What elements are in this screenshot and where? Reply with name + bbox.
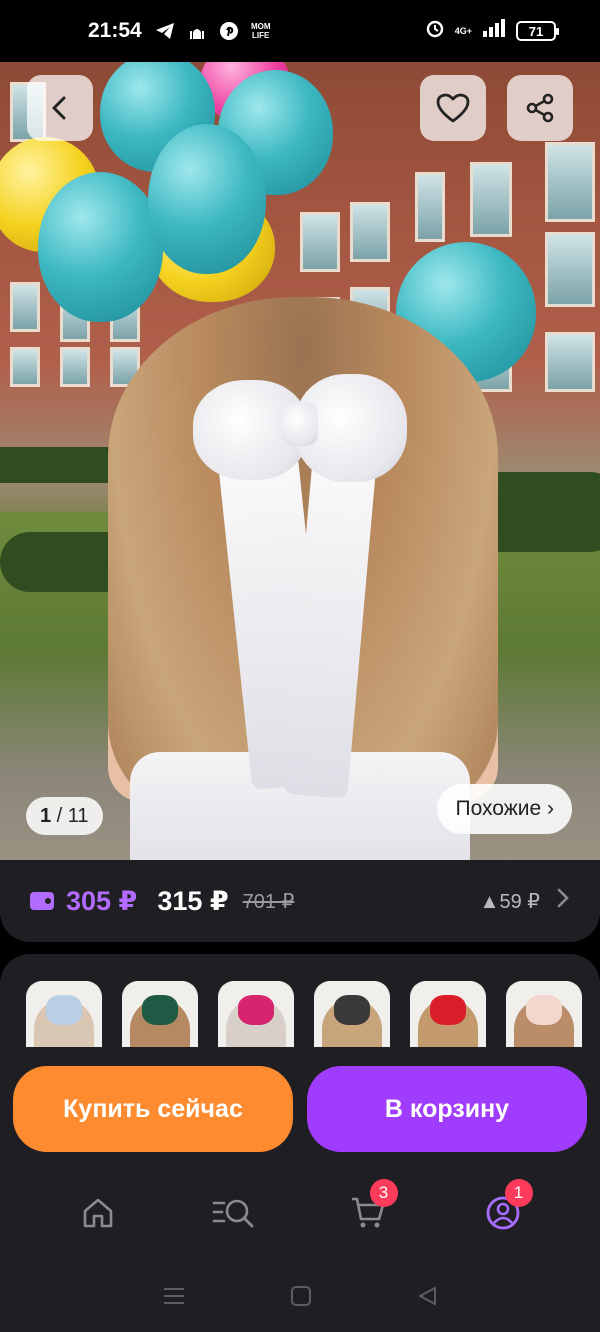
share-button[interactable] [507,75,573,141]
notification-icons: MOM LIFE [154,20,272,42]
thumbnail-bow [334,995,370,1025]
home-icon [83,1198,112,1228]
nav-cart[interactable]: 3 [338,1179,398,1243]
old-price: 701 ₽ [242,890,295,913]
wallet-price: 305 ₽ [66,885,138,916]
bottom-navigation: 3 1 [0,1179,600,1246]
cart-badge: 3 [369,1179,398,1207]
network-type: 4G+ [454,25,472,36]
building-window [545,142,595,222]
thumbnail-bow [430,995,466,1025]
bottom-panel: Купить сейчас В корзину 3 1 [0,954,600,1332]
variant-thumbnail[interactable] [410,981,486,1047]
building-window [10,347,40,387]
add-to-cart-label: В корзину [384,1094,510,1123]
thumbnail-bow [238,995,274,1025]
pinterest-icon [218,20,240,42]
bow-knot [282,402,318,446]
nav-home[interactable] [68,1183,128,1243]
image-counter: 1 / 11 [26,797,103,835]
nav-catalog[interactable] [203,1183,263,1243]
back-triangle-icon[interactable] [416,1285,438,1312]
buy-now-button[interactable]: Купить сейчас [13,1066,293,1152]
telegram-icon [154,20,176,42]
building-window [300,212,340,272]
building-window [10,282,40,332]
current-price: 315 ₽ [157,885,229,916]
variant-thumbnail[interactable] [506,981,582,1047]
similar-button[interactable]: Похожие › [437,784,572,834]
building-window [545,332,595,392]
wallet-icon [30,892,54,910]
building-window [545,232,595,307]
balloon [38,172,163,322]
image-total: 11 [67,804,89,827]
buy-now-label: Купить сейчас [63,1094,243,1123]
chevron-right-icon [556,887,570,916]
system-navigation [0,1276,600,1320]
thumbnail-bow [46,995,82,1025]
catalog-search-icon [212,1199,253,1228]
add-to-cart-button[interactable]: В корзину [307,1066,587,1152]
system-status: 4G+ 71 [425,18,559,44]
image-current: 1 [40,804,52,827]
momlife-icon: MOM LIFE [250,22,271,40]
price-change: ▲59 ₽ [479,890,540,913]
heart-icon [436,93,470,123]
product-photo[interactable]: 1 / 11 Похожие › [0,62,600,860]
nav-profile[interactable]: 1 [473,1179,533,1243]
home-button-icon[interactable] [290,1285,312,1312]
similar-label: Похожие › [455,797,554,820]
product-screen: { "status_bar": { "time": "21:54", "left… [0,0,600,1332]
status-time: 21:54 [88,19,142,42]
thumbnail-bow [526,995,562,1025]
thumbnail-bow [142,995,178,1025]
building-window [60,347,90,387]
recent-apps-icon[interactable] [162,1286,186,1311]
variant-thumbnail[interactable] [122,981,198,1047]
back-button[interactable] [27,75,93,141]
building-window [470,162,512,237]
variant-thumbnails [26,981,586,1047]
building-window [415,172,445,242]
chevron-left-icon [52,96,66,120]
share-icon [526,93,554,123]
alarm-icon [425,18,445,44]
signal-icon [482,19,506,43]
price-bar[interactable]: 305 ₽ 315 ₽ 701 ₽ ▲59 ₽ [0,860,600,942]
status-bar: 21:54 MOM LIFE 4G+ 71 [0,0,600,62]
building-window [350,202,390,262]
profile-badge: 1 [504,1179,533,1207]
battery-indicator: 71 [516,21,559,41]
balloon [148,124,266,274]
variant-thumbnail[interactable] [314,981,390,1047]
variant-thumbnail[interactable] [26,981,102,1047]
favorite-button[interactable] [420,75,486,141]
mosque-icon [186,20,208,42]
variant-thumbnail[interactable] [218,981,294,1047]
